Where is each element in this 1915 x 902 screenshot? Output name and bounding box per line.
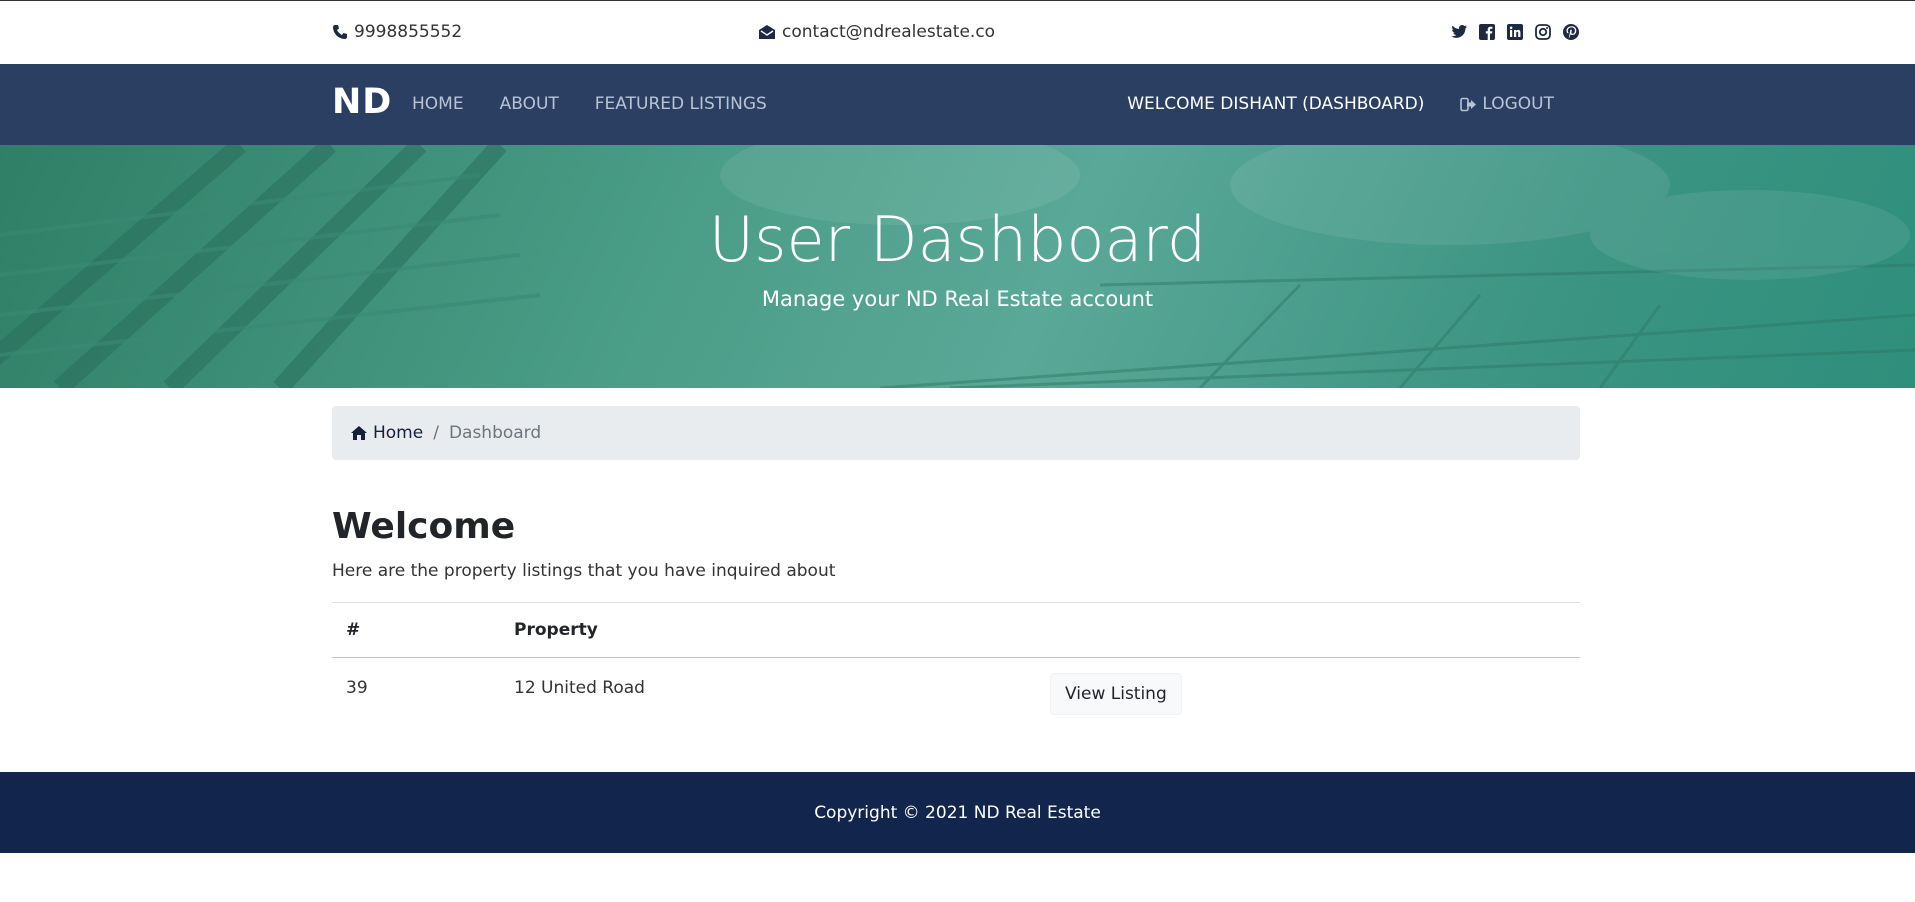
linkedin-icon[interactable] bbox=[1506, 23, 1524, 41]
facebook-icon[interactable] bbox=[1478, 23, 1496, 41]
view-listing-button[interactable]: View Listing bbox=[1050, 672, 1182, 715]
breadcrumb-separator: / bbox=[433, 423, 439, 443]
nav-link-home[interactable]: HOME bbox=[412, 94, 464, 114]
copyright-text: Copyright © 2021 ND Real Estate bbox=[814, 802, 1101, 823]
sign-out-icon bbox=[1460, 97, 1477, 111]
nav-user-area: WELCOME DISHANT (DASHBOARD) LOGOUT bbox=[1127, 94, 1554, 114]
row-id: 39 bbox=[346, 677, 368, 698]
breadcrumb-home-link[interactable]: Home bbox=[350, 423, 423, 443]
social-links bbox=[1440, 23, 1580, 41]
site-footer: Copyright © 2021 ND Real Estate bbox=[0, 772, 1915, 853]
welcome-heading: Welcome bbox=[332, 506, 516, 547]
nav-link-featured-listings[interactable]: FEATURED LISTINGS bbox=[595, 94, 767, 114]
home-icon bbox=[351, 426, 367, 440]
welcome-intro: Here are the property listings that you … bbox=[332, 561, 836, 581]
page-title: User Dashboard bbox=[708, 203, 1207, 276]
envelope-open-icon bbox=[759, 25, 775, 39]
breadcrumb: Home / Dashboard bbox=[332, 406, 1580, 460]
logout-label: LOGOUT bbox=[1482, 94, 1554, 114]
page-subtitle: Manage your ND Real Estate account bbox=[761, 287, 1154, 311]
twitter-icon[interactable] bbox=[1450, 23, 1468, 41]
nav-links: HOME ABOUT FEATURED LISTINGS bbox=[412, 94, 803, 114]
phone-contact: 9998855552 bbox=[332, 22, 462, 42]
column-header-number: # bbox=[346, 620, 361, 640]
email-address: contact@ndrealestate.co bbox=[782, 22, 996, 42]
breadcrumb-current: Dashboard bbox=[448, 423, 542, 443]
table-header-row: # Property bbox=[332, 602, 1580, 658]
email-contact: contact@ndrealestate.co bbox=[758, 22, 995, 42]
phone-number: 9998855552 bbox=[354, 22, 463, 42]
pinterest-icon[interactable] bbox=[1562, 23, 1580, 41]
hero-banner: User Dashboard Manage your ND Real Estat… bbox=[0, 145, 1915, 388]
logout-link[interactable]: LOGOUT bbox=[1460, 94, 1554, 114]
main-navbar: ND HOME ABOUT FEATURED LISTINGS WELCOME … bbox=[0, 64, 1915, 145]
row-property: 12 United Road bbox=[514, 677, 645, 698]
instagram-icon[interactable] bbox=[1534, 23, 1552, 41]
inquiries-table: # Property 39 12 United Road View Listin… bbox=[332, 602, 1580, 718]
breadcrumb-home-label: Home bbox=[373, 423, 424, 443]
brand-logo[interactable]: ND bbox=[332, 82, 392, 122]
column-header-action bbox=[1036, 603, 1580, 658]
phone-icon bbox=[333, 25, 347, 39]
top-bar: 9998855552 contact@ndrealestate.co bbox=[0, 0, 1915, 64]
row-action-cell: View Listing bbox=[1036, 658, 1580, 718]
column-header-property: Property bbox=[514, 620, 598, 640]
nav-link-about[interactable]: ABOUT bbox=[500, 94, 559, 114]
dashboard-link[interactable]: WELCOME DISHANT (DASHBOARD) bbox=[1127, 94, 1424, 114]
table-row: 39 12 United Road View Listing bbox=[332, 658, 1580, 718]
